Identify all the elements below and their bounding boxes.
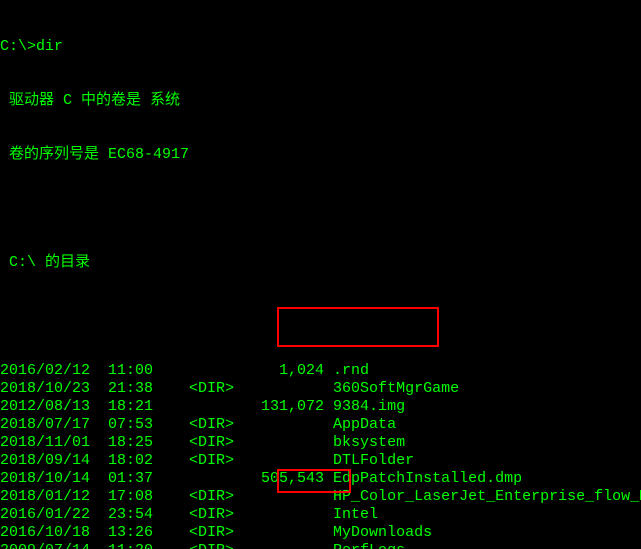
- listing-row: 2009/07/14 11:20 <DIR> PerfLogs: [0, 542, 641, 549]
- prompt-path: C:\>: [0, 38, 36, 55]
- blank-line: [0, 200, 641, 218]
- terminal-output: C:\>dir 驱动器 C 中的卷是 系统 卷的序列号是 EC68-4917 C…: [0, 0, 641, 549]
- serial-line: 卷的序列号是 EC68-4917: [0, 146, 641, 164]
- listing-row: 2018/09/14 18:02 <DIR> DTLFolder: [0, 452, 641, 470]
- listing-row: 2018/10/14 01:37 505,543 EdpPatchInstall…: [0, 470, 641, 488]
- prompt-command: dir: [36, 38, 63, 55]
- listing-row: 2018/11/01 18:25 <DIR> bksystem: [0, 434, 641, 452]
- volume-line: 驱动器 C 中的卷是 系统: [0, 92, 641, 110]
- listing-row: 2016/01/22 23:54 <DIR> Intel: [0, 506, 641, 524]
- blank-line: [0, 308, 641, 326]
- listing-row: 2016/10/18 13:26 <DIR> MyDownloads: [0, 524, 641, 542]
- listing-row: 2018/07/17 07:53 <DIR> AppData: [0, 416, 641, 434]
- prompt-line[interactable]: C:\>dir: [0, 38, 641, 56]
- directory-listing: 2016/02/12 11:00 1,024 .rnd2018/10/23 21…: [0, 362, 641, 549]
- listing-row: 2018/01/12 17:08 <DIR> HP_Color_LaserJet…: [0, 488, 641, 506]
- listing-row: 2012/08/13 18:21 131,072 9384.img: [0, 398, 641, 416]
- listing-row: 2016/02/12 11:00 1,024 .rnd: [0, 362, 641, 380]
- listing-row: 2018/10/23 21:38 <DIR> 360SoftMgrGame: [0, 380, 641, 398]
- dirof-line: C:\ 的目录: [0, 254, 641, 272]
